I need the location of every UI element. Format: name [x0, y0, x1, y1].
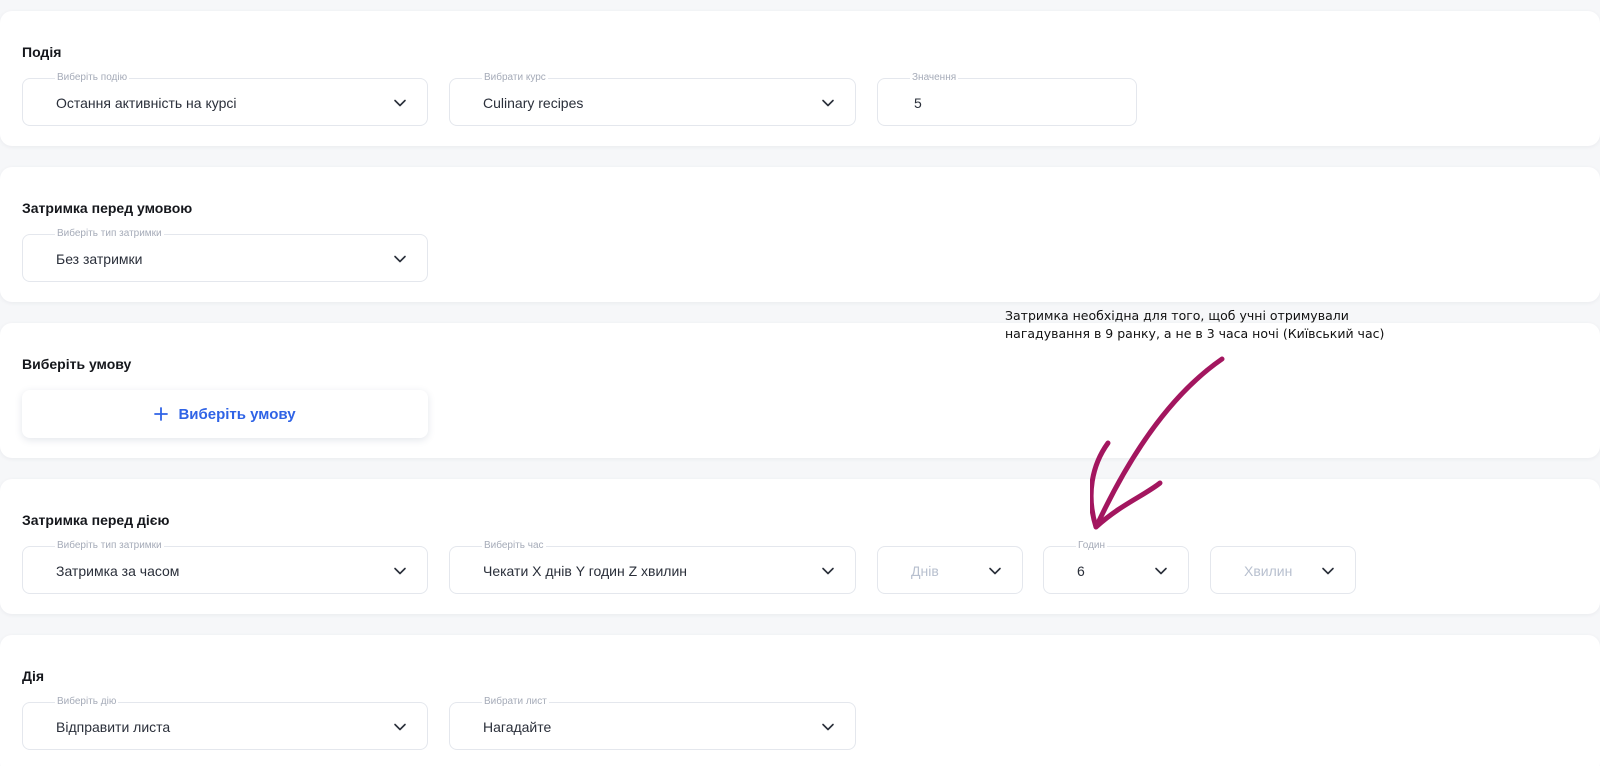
condition-section: Виберіть умову Виберіть умову: [0, 323, 1600, 458]
chevron-down-icon: [822, 99, 834, 107]
event-section-title: Подія: [22, 44, 62, 60]
value-input-label: Значення: [910, 72, 959, 84]
action-select-label: Виберіть дію: [55, 696, 119, 708]
annotation-arrow-icon: [1090, 356, 1225, 530]
action-select[interactable]: Виберіть дію Відправити листа: [22, 696, 428, 750]
annotation-line-2: нагадування в 9 ранку, а не в 3 часа ноч…: [1005, 326, 1385, 341]
annotation-arrow-shaft: [1095, 356, 1225, 526]
delay-type-select-label: Виберіть тип затримки: [55, 228, 164, 240]
delay-before-action-title: Затримка перед дією: [22, 512, 170, 528]
event-section: Подія Виберіть подію Остання активність …: [0, 11, 1600, 146]
action-delay-type-value: Затримка за часом: [56, 563, 180, 579]
event-select-label: Виберіть подію: [55, 72, 130, 84]
chevron-down-icon: [989, 567, 1001, 575]
letter-select[interactable]: Вибрати лист Нагадайте: [449, 696, 856, 750]
chevron-down-icon: [822, 723, 834, 731]
action-section-title: Дія: [22, 668, 45, 684]
add-condition-button[interactable]: Виберіть умову: [22, 390, 428, 438]
chevron-down-icon: [822, 567, 834, 575]
action-section: Дія Виберіть дію Відправити листа Вибрат…: [0, 635, 1600, 766]
plus-icon: [154, 407, 169, 421]
course-select[interactable]: Вибрати курс Culinary recipes: [449, 72, 856, 126]
action-delay-type-label: Виберіть тип затримки: [55, 540, 164, 552]
chevron-down-icon: [1155, 567, 1167, 575]
add-condition-label: Виберіть умову: [178, 405, 296, 423]
delay-before-action-section: Затримка перед дією Виберіть тип затримк…: [0, 479, 1600, 614]
days-select[interactable]: Днів: [877, 546, 1023, 594]
event-select[interactable]: Виберіть подію Остання активність на кур…: [22, 72, 428, 126]
time-select[interactable]: Виберіть час Чекати X днів Y годин Z хви…: [449, 540, 856, 594]
chevron-down-icon: [394, 567, 406, 575]
chevron-down-icon: [394, 99, 406, 107]
action-select-value: Відправити листа: [56, 719, 171, 735]
condition-section-title: Виберіть умову: [22, 356, 132, 372]
minutes-select[interactable]: Хвилин: [1210, 546, 1356, 594]
letter-select-label: Вибрати лист: [482, 696, 549, 708]
annotation-line-1: Затримка необхідна для того, щоб учні от…: [1005, 308, 1349, 323]
action-delay-type-select[interactable]: Виберіть тип затримки Затримка за часом: [22, 540, 428, 594]
hours-select[interactable]: Годин 6: [1043, 540, 1189, 594]
value-input[interactable]: Значення 5: [877, 72, 1137, 126]
value-input-value: 5: [914, 95, 922, 111]
time-select-label: Виберіть час: [482, 540, 546, 552]
event-select-value: Остання активність на курсі: [56, 95, 237, 111]
minutes-select-placeholder: Хвилин: [1244, 563, 1293, 579]
days-select-placeholder: Днів: [911, 563, 939, 579]
chevron-down-icon: [394, 255, 406, 263]
annotation-note: Затримка необхідна для того, щоб учні от…: [1005, 307, 1425, 343]
delay-before-condition-section: Затримка перед умовою Виберіть тип затри…: [0, 167, 1600, 302]
chevron-down-icon: [394, 723, 406, 731]
chevron-down-icon: [1322, 567, 1334, 575]
course-select-value: Culinary recipes: [483, 95, 584, 111]
letter-select-value: Нагадайте: [483, 719, 552, 735]
hours-select-value: 6: [1077, 563, 1085, 579]
delay-type-select[interactable]: Виберіть тип затримки Без затримки: [22, 228, 428, 282]
delay-type-select-value: Без затримки: [56, 251, 143, 267]
delay-before-condition-title: Затримка перед умовою: [22, 200, 193, 216]
course-select-label: Вибрати курс: [482, 72, 548, 84]
time-select-value: Чекати X днів Y годин Z хвилин: [483, 563, 687, 579]
